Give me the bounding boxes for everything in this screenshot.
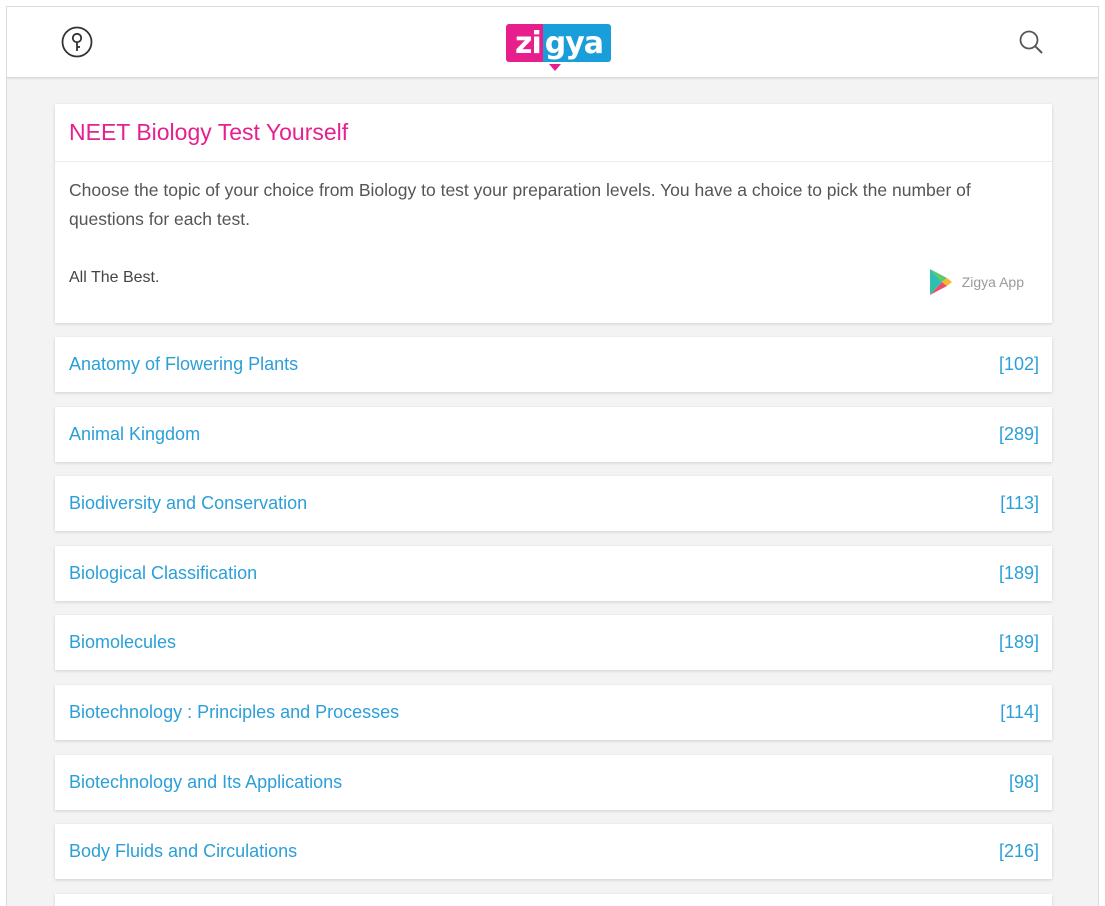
topic-name: Biotechnology : Principles and Processes bbox=[69, 702, 400, 722]
topic-name: Biotechnology and Its Applications bbox=[69, 772, 343, 792]
topic-row[interactable]: Biomolecules [189] bbox=[55, 615, 1052, 670]
topic-name: Biomolecules bbox=[69, 632, 177, 652]
search-icon bbox=[1019, 30, 1043, 54]
topic-row[interactable]: Biotechnology and Its Applications [98] bbox=[55, 755, 1052, 810]
topic-row-partial[interactable] bbox=[55, 894, 1052, 906]
search-button[interactable] bbox=[1014, 25, 1048, 59]
topic-name: Body Fluids and Circulations bbox=[69, 841, 298, 861]
intro-signoff: All The Best. bbox=[69, 269, 160, 286]
zigya-app-label: Zigya App bbox=[961, 274, 1024, 290]
topic-row[interactable]: Animal Kingdom [289] bbox=[55, 407, 1052, 462]
topic-name: Biodiversity and Conservation bbox=[69, 493, 308, 513]
intro-description: Choose the topic of your choice from Bio… bbox=[69, 180, 971, 229]
topic-count: [114] bbox=[1000, 702, 1039, 722]
topic-count: [98] bbox=[1008, 772, 1039, 792]
topic-row[interactable]: Biotechnology : Principles and Processes… bbox=[55, 685, 1052, 740]
zigya-logo[interactable]: zi gya bbox=[506, 20, 612, 71]
key-icon-button[interactable] bbox=[60, 25, 94, 59]
topic-count: [102] bbox=[998, 354, 1039, 374]
logo-text-right: gya bbox=[542, 24, 612, 62]
topic-count: [113] bbox=[1000, 493, 1039, 513]
page-title: NEET Biology Test Yourself bbox=[69, 119, 349, 145]
topic-name: Biological Classification bbox=[69, 563, 258, 583]
intro-card: NEET Biology Test Yourself Choose the to… bbox=[55, 104, 1052, 323]
topic-count: [189] bbox=[998, 632, 1039, 652]
topic-row[interactable]: Biodiversity and Conservation [113] bbox=[55, 476, 1052, 531]
topic-row[interactable]: Anatomy of Flowering Plants [102] bbox=[55, 337, 1052, 392]
app-frame: zi gya NEET Biology Test Yourself Choose … bbox=[6, 6, 1099, 906]
play-store-icon bbox=[929, 269, 952, 295]
topic-name: Animal Kingdom bbox=[69, 424, 201, 444]
top-bar: zi gya bbox=[7, 7, 1098, 78]
topic-name: Anatomy of Flowering Plants bbox=[69, 354, 299, 374]
logo-text-left: zi bbox=[506, 24, 543, 62]
topic-count: [216] bbox=[998, 841, 1039, 861]
topic-row[interactable]: Body Fluids and Circulations [216] bbox=[55, 824, 1052, 879]
topic-count: [289] bbox=[998, 424, 1039, 444]
topic-count: [189] bbox=[998, 563, 1039, 583]
logo-speech-tail bbox=[549, 64, 561, 71]
intro-divider bbox=[55, 161, 1052, 162]
topic-row[interactable]: Biological Classification [189] bbox=[55, 546, 1052, 601]
zigya-app-link[interactable]: Zigya App bbox=[928, 268, 1024, 296]
key-icon bbox=[61, 26, 93, 58]
